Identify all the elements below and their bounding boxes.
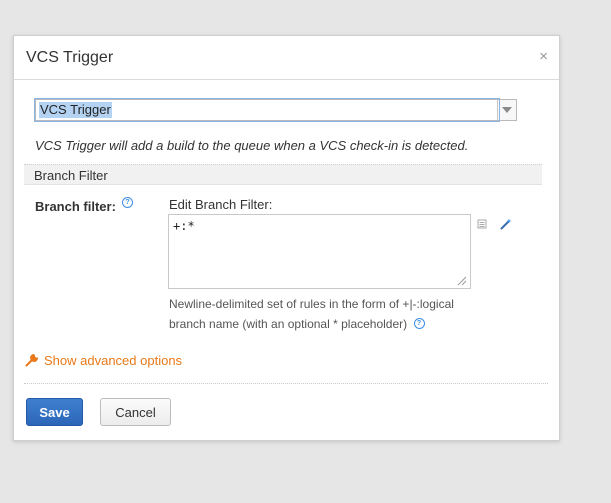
magic-wand-icon[interactable]: [500, 218, 512, 230]
dialog-title: VCS Trigger: [26, 49, 114, 66]
hint-text: Newline-delimited set of rules in the fo…: [169, 297, 454, 331]
branch-filter-section-header: Branch Filter: [24, 164, 542, 185]
trigger-type-selected-value: VCS Trigger: [39, 102, 112, 118]
section-title: Branch Filter: [34, 168, 108, 183]
dialog-header: VCS Trigger ×: [14, 36, 559, 80]
cancel-button[interactable]: Cancel: [100, 398, 171, 426]
help-icon[interactable]: ?: [413, 318, 425, 329]
branch-filter-label: Branch filter:: [35, 199, 116, 214]
edit-branch-filter-label: Edit Branch Filter:: [169, 197, 273, 212]
trigger-type-select[interactable]: VCS Trigger: [35, 99, 517, 121]
show-advanced-options-link[interactable]: Show advanced options: [25, 353, 182, 368]
chevron-down-icon[interactable]: [497, 100, 516, 120]
branch-filter-hint: Newline-delimited set of rules in the fo…: [169, 294, 489, 334]
branch-filter-textarea[interactable]: +:*: [168, 214, 471, 289]
help-icon[interactable]: ?: [122, 197, 133, 208]
vcs-trigger-dialog: VCS Trigger × VCS Trigger VCS Trigger wi…: [13, 35, 560, 441]
footer-divider: [24, 383, 548, 384]
close-icon[interactable]: ×: [539, 49, 548, 65]
trigger-description: VCS Trigger will add a build to the queu…: [35, 138, 469, 153]
list-icon[interactable]: [477, 219, 487, 229]
wrench-icon: [25, 354, 38, 367]
show-advanced-options-label: Show advanced options: [44, 353, 183, 368]
save-button[interactable]: Save: [26, 398, 83, 426]
